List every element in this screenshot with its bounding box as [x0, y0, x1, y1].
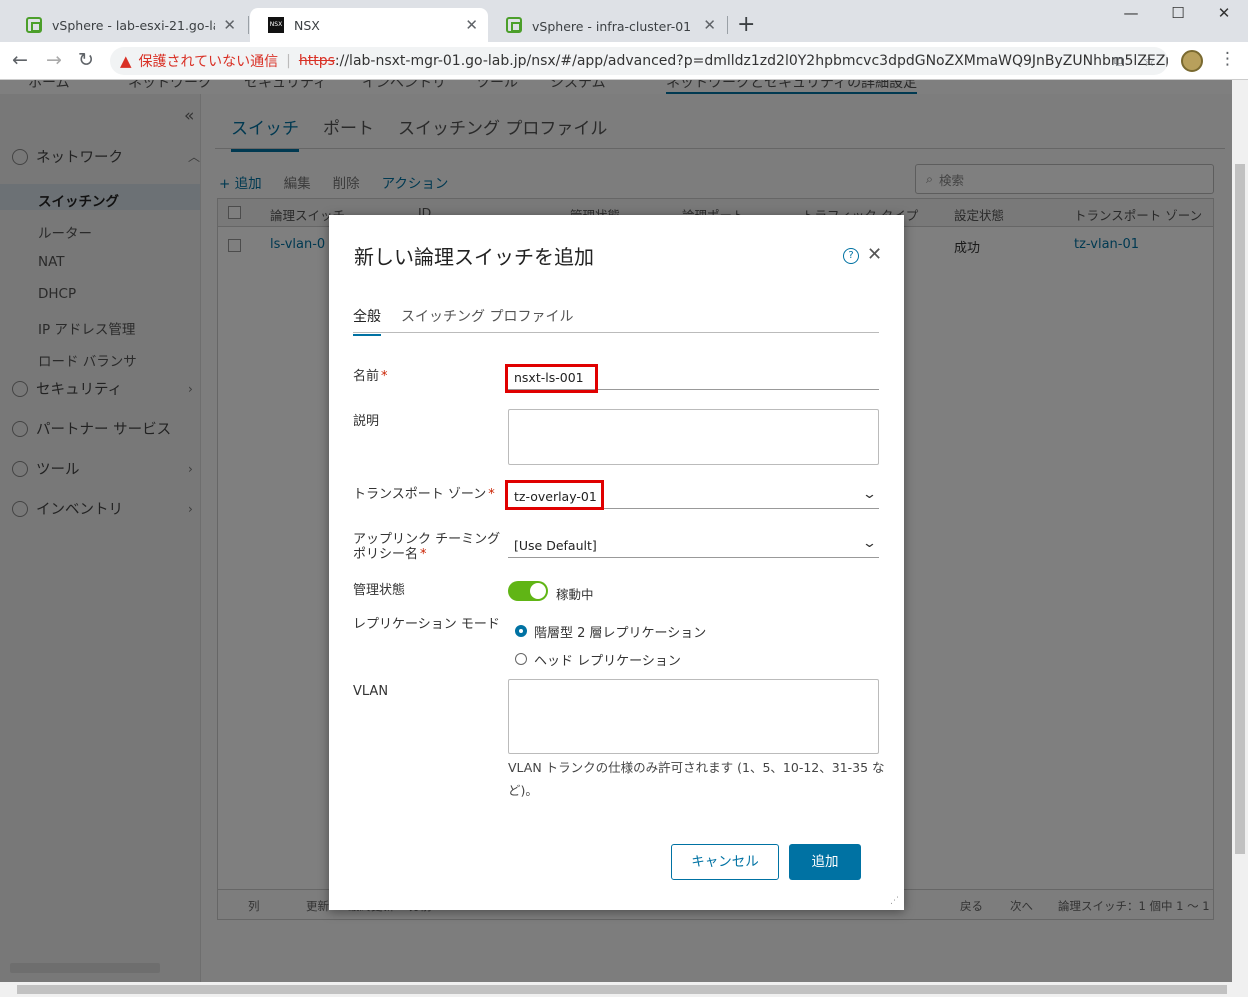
tab-switching-profile[interactable]: スイッチング プロファイル [401, 306, 573, 334]
tab-title: NSX [294, 17, 320, 33]
page-horizontal-scrollbar[interactable] [0, 982, 1248, 997]
scroll-thumb[interactable] [17, 985, 1227, 994]
chevron-down-icon: ⌄ [861, 536, 878, 551]
vlan-textarea[interactable] [508, 679, 879, 754]
tab-separator [727, 16, 728, 34]
tab-general[interactable]: 全般 [353, 306, 381, 336]
security-status[interactable]: 保護されていない通信 [139, 51, 279, 71]
chevron-down-icon: ⌄ [861, 487, 878, 502]
resize-handle-icon[interactable]: ⋰ [890, 896, 899, 906]
label-text: ポリシー名 [353, 547, 419, 562]
back-button[interactable]: ← [12, 49, 28, 71]
radio-label[interactable]: 階層型 2 層レプリケーション [534, 622, 706, 641]
menu-icon[interactable]: ⋮ [1219, 49, 1236, 69]
close-icon[interactable]: ✕ [867, 244, 882, 265]
nsx-icon: NSX [268, 17, 284, 33]
radio-head[interactable] [515, 653, 527, 665]
selected-value: [Use Default] [514, 538, 597, 553]
add-button[interactable]: 追加 [789, 844, 861, 880]
translate-icon[interactable]: ⧉ [1114, 52, 1125, 70]
admin-state-label: 管理状態 [353, 583, 406, 598]
radio-label[interactable]: ヘッド レプリケーション [534, 650, 681, 669]
radio-hierarchical[interactable] [515, 625, 527, 637]
close-tab-icon[interactable]: ✕ [465, 16, 478, 34]
browser-tab-vsphere-cluster[interactable]: vSphere - infra-cluster-01 - サマリ ✕ [488, 8, 726, 42]
browser-tabstrip: vSphere - lab-esxi-21.go-lab.jp - ✕ NSX … [0, 0, 1248, 42]
vlan-hint: VLAN トランクの仕様のみ許可されます (1、5、10-12、31-35 など… [508, 760, 885, 798]
address-bar: ← → ↻ ▲ 保護されていない通信 | https ://lab-nsxt-m… [0, 42, 1248, 80]
selected-value: tz-overlay-01 [514, 489, 597, 504]
description-textarea[interactable] [508, 409, 879, 465]
name-field[interactable]: nsxt-ls-001 [508, 366, 879, 390]
label-text: 名前 [353, 369, 380, 384]
tab-title: vSphere - lab-esxi-21.go-lab.jp - [52, 17, 215, 33]
label-line: アップリンク チーミング [353, 532, 501, 547]
add-logical-switch-dialog: 新しい論理スイッチを追加 ? ✕ 全般 スイッチング プロファイル 名前 * ns… [329, 215, 904, 910]
reload-button[interactable]: ↻ [78, 49, 94, 71]
tab-title: vSphere - infra-cluster-01 - サマリ [532, 18, 695, 34]
help-icon[interactable]: ? [843, 248, 859, 264]
url-divider: | [286, 53, 291, 69]
dialog-tabs: 全般 スイッチング プロファイル [353, 306, 879, 336]
forward-button[interactable]: → [46, 49, 62, 71]
browser-tab-nsx[interactable]: NSX NSX ✕ [250, 8, 488, 42]
uplink-policy-select[interactable]: [Use Default] ⌄ [508, 534, 879, 558]
close-tab-icon[interactable]: ✕ [703, 16, 716, 34]
star-icon[interactable]: ☆ [1143, 52, 1156, 70]
warning-icon: ▲ [120, 52, 132, 70]
admin-state-toggle[interactable] [508, 581, 548, 601]
required-mark: * [420, 547, 427, 562]
name-label: 名前 * [353, 369, 388, 384]
vsphere-icon [506, 17, 522, 33]
omnibox-icons: ⧉ ☆ [1114, 52, 1156, 70]
vlan-label: VLAN [353, 684, 389, 699]
required-mark: * [488, 487, 495, 502]
maximize-button[interactable]: ☐ [1155, 4, 1201, 22]
label-text: トランスポート ゾーン [353, 487, 487, 502]
vsphere-icon [26, 17, 42, 33]
dialog-title: 新しい論理スイッチを追加 [354, 245, 594, 269]
uplink-policy-label: アップリンク チーミング ポリシー名 * [353, 532, 500, 562]
new-tab-button[interactable]: + [737, 14, 755, 36]
window-close-button[interactable]: ✕ [1201, 4, 1247, 22]
url-scheme: https [298, 53, 335, 69]
scroll-thumb[interactable] [1235, 164, 1245, 854]
replication-mode-label: レプリケーション モード [353, 617, 500, 632]
required-mark: * [381, 369, 388, 384]
url-text: ://lab-nsxt-mgr-01.go-lab.jp/nsx/#/app/a… [334, 53, 1168, 69]
admin-state-value: 稼動中 [556, 587, 594, 602]
label-line: ポリシー名 * [353, 547, 500, 562]
browser-tab-vsphere-esxi[interactable]: vSphere - lab-esxi-21.go-lab.jp - ✕ [8, 8, 246, 42]
transport-zone-label: トランスポート ゾーン * [353, 487, 495, 502]
close-tab-icon[interactable]: ✕ [223, 16, 236, 34]
transport-zone-select[interactable]: tz-overlay-01 ⌄ [508, 485, 879, 509]
tab-separator [248, 16, 249, 34]
minimize-button[interactable]: — [1108, 4, 1154, 22]
page-vertical-scrollbar[interactable] [1232, 80, 1248, 982]
profile-avatar[interactable] [1181, 50, 1203, 72]
url-field[interactable]: ▲ 保護されていない通信 | https ://lab-nsxt-mgr-01.… [110, 47, 1168, 75]
description-label: 説明 [353, 414, 380, 429]
cancel-button[interactable]: キャンセル [671, 844, 779, 880]
